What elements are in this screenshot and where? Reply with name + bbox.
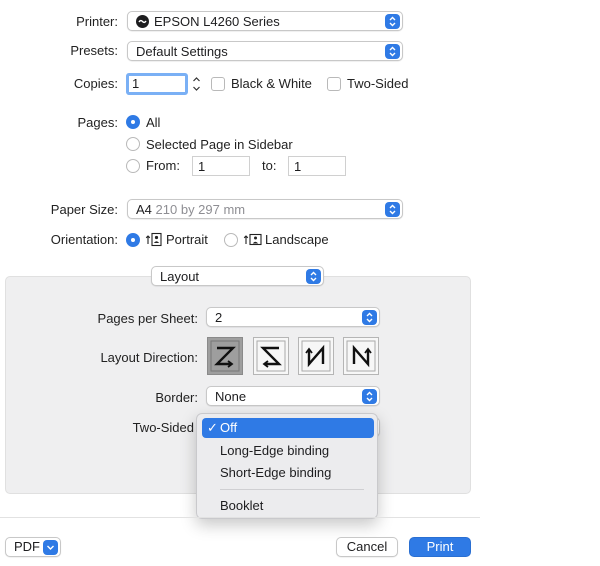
black-white-checkbox[interactable]	[211, 77, 225, 91]
pages-per-sheet-select[interactable]: 2	[206, 307, 380, 327]
copies-label: Copies:	[73, 76, 118, 91]
layout-direction-label: Layout Direction:	[100, 350, 198, 365]
pages-from-radio[interactable]	[126, 159, 140, 173]
orientation-label: Orientation:	[50, 232, 118, 247]
pages-to-label: to:	[262, 158, 277, 173]
presets-select[interactable]: Default Settings	[127, 41, 403, 61]
cancel-button[interactable]: Cancel	[336, 537, 398, 557]
menu-item-long-edge[interactable]: Long-Edge binding	[197, 441, 377, 461]
presets-label: Presets:	[70, 43, 118, 58]
pdf-button[interactable]: PDF	[5, 537, 61, 557]
border-select[interactable]: None	[206, 386, 380, 406]
landscape-radio[interactable]	[224, 233, 238, 247]
two-sided-checkbox[interactable]	[327, 77, 341, 91]
pdf-label: PDF	[14, 539, 40, 554]
menu-item-short-edge-label: Short-Edge binding	[220, 465, 332, 480]
direction-n-reverse-icon	[301, 340, 331, 372]
print-button[interactable]: Print	[409, 537, 471, 557]
pages-all-radio[interactable]	[126, 115, 140, 129]
section-value: Layout	[160, 269, 200, 284]
chevron-updown-icon	[385, 202, 400, 217]
chevron-updown-icon	[362, 389, 377, 404]
printer-select[interactable]: EPSON L4260 Series	[127, 11, 403, 31]
menu-item-off-label: Off	[220, 420, 238, 435]
pages-from-field[interactable]: 1	[192, 156, 250, 176]
direction-n-icon	[346, 340, 376, 372]
layout-two-sided-label: Two-Sided	[132, 420, 194, 435]
pages-selected-radio[interactable]	[126, 137, 140, 151]
printer-value: EPSON L4260 Series	[154, 14, 280, 29]
chevron-updown-icon	[385, 14, 400, 29]
direction-z-button[interactable]	[207, 337, 243, 375]
portrait-icon	[145, 232, 163, 250]
menu-separator	[220, 489, 364, 490]
menu-item-booklet[interactable]: Booklet	[197, 496, 377, 516]
chevron-updown-icon	[306, 269, 321, 284]
chevron-updown-icon	[385, 44, 400, 59]
portrait-label: Portrait	[166, 232, 208, 247]
section-select[interactable]: Layout	[151, 266, 324, 286]
pages-per-sheet-value: 2	[215, 310, 223, 325]
pages-per-sheet-label: Pages per Sheet:	[97, 311, 198, 326]
footer-divider	[0, 517, 480, 518]
menu-item-off[interactable]: ✓ Off	[202, 418, 374, 438]
menu-item-booklet-label: Booklet	[220, 498, 264, 513]
landscape-label: Landscape	[265, 232, 329, 247]
paper-size-label: Paper Size:	[50, 202, 118, 217]
printer-label: Printer:	[76, 14, 118, 29]
direction-z-icon	[210, 340, 240, 372]
black-white-label: Black & White	[231, 76, 312, 91]
presets-value: Default Settings	[136, 44, 228, 59]
direction-n-reverse-button[interactable]	[298, 337, 334, 375]
two-sided-menu: ✓ Off Long-Edge binding Short-Edge bindi…	[196, 413, 378, 519]
pages-label: Pages:	[77, 115, 118, 130]
direction-s-button[interactable]	[253, 337, 289, 375]
menu-item-short-edge[interactable]: Short-Edge binding	[197, 463, 377, 483]
pages-to-field[interactable]: 1	[288, 156, 346, 176]
landscape-icon	[243, 232, 263, 250]
printer-status-icon	[136, 15, 149, 28]
paper-size-name: A4	[136, 202, 152, 217]
border-label: Border:	[155, 390, 198, 405]
two-sided-label: Two-Sided	[347, 76, 409, 91]
direction-n-button[interactable]	[343, 337, 379, 375]
paper-size-value: A4 210 by 297 mm	[136, 202, 245, 217]
direction-s-icon	[256, 340, 286, 372]
pages-selected-label: Selected Page in Sidebar	[146, 137, 293, 152]
pages-from-label: From:	[146, 158, 180, 173]
checkmark-icon: ✓	[207, 420, 218, 435]
copies-field[interactable]: 1	[126, 73, 188, 95]
border-value: None	[215, 389, 247, 404]
portrait-radio[interactable]	[126, 233, 140, 247]
paper-size-select[interactable]: A4 210 by 297 mm	[127, 199, 403, 219]
chevron-updown-icon	[362, 310, 377, 325]
menu-item-long-edge-label: Long-Edge binding	[220, 443, 330, 458]
chevron-down-icon	[43, 540, 58, 555]
paper-size-dims: 210 by 297 mm	[155, 202, 246, 217]
copies-stepper[interactable]	[191, 74, 202, 94]
pages-all-label: All	[146, 115, 161, 130]
